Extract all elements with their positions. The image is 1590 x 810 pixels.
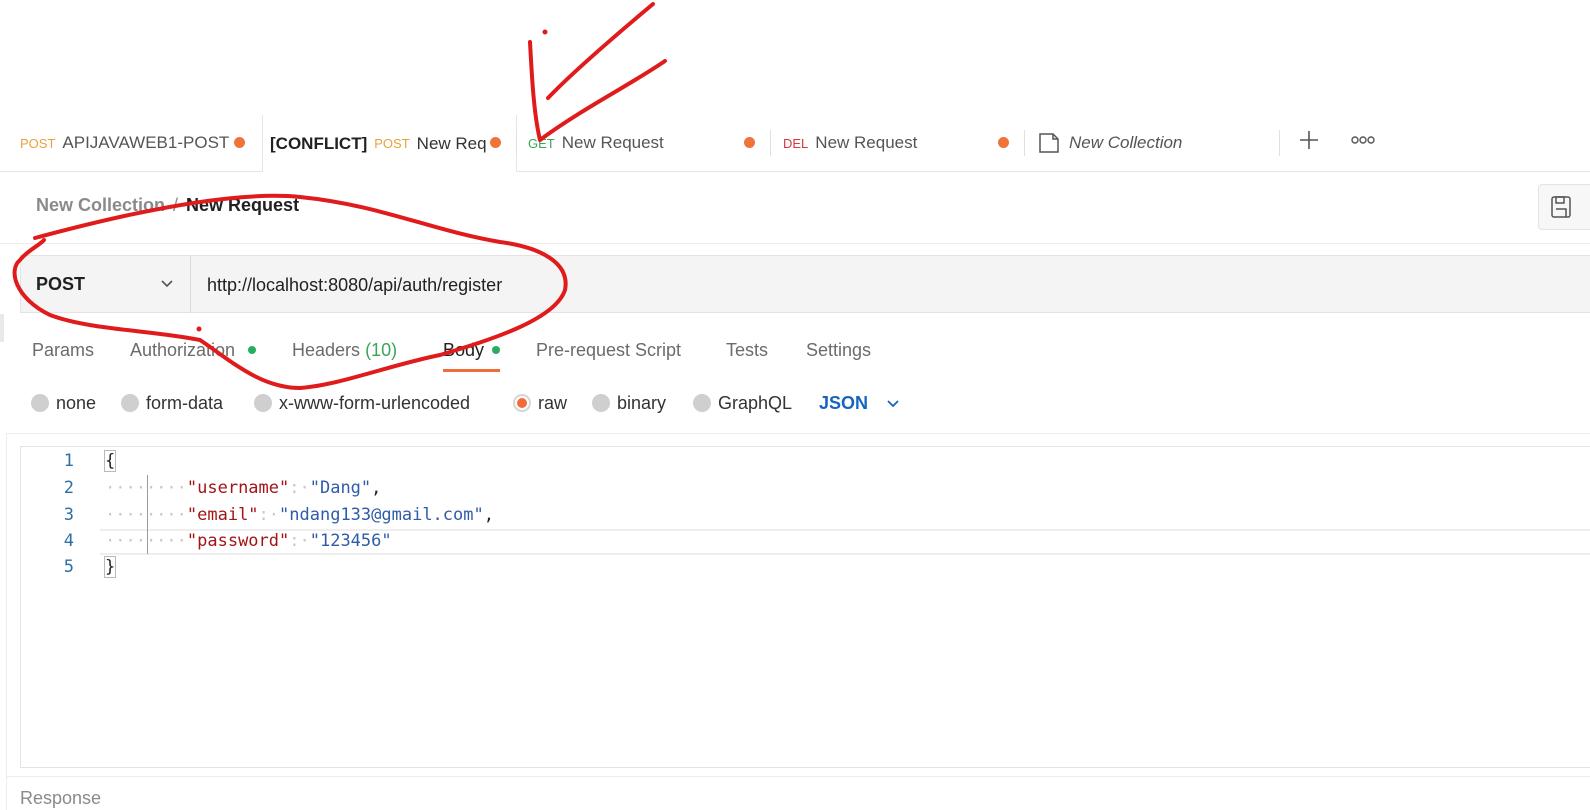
- active-tab-indicator: [443, 369, 500, 372]
- chevron-down-icon[interactable]: [160, 276, 174, 290]
- plus-icon[interactable]: [1298, 129, 1320, 151]
- breadcrumb-request[interactable]: New Request: [186, 195, 299, 215]
- annotation-arrow-stroke: [546, 2, 655, 100]
- divider: [6, 776, 1590, 777]
- json-value: "123456": [309, 531, 392, 551]
- json-key: "email": [186, 505, 259, 525]
- tab-settings[interactable]: Settings: [806, 340, 871, 361]
- method-select[interactable]: POST: [36, 274, 85, 295]
- json-value: "ndang133@gmail.com": [279, 505, 484, 525]
- tab-label: New Req: [416, 133, 487, 153]
- tab-divider: [1024, 130, 1025, 156]
- tab-label: APIJAVAWEB1-POST: [62, 133, 230, 152]
- tab-label: New Request: [815, 133, 918, 152]
- tab-method-get: GET: [528, 135, 555, 151]
- request-tab-1[interactable]: POST APIJAVAWEB1-POST: [0, 115, 262, 171]
- tab-params[interactable]: Params: [32, 340, 94, 361]
- save-icon: [1551, 196, 1571, 218]
- tab-label: New Request: [561, 133, 664, 152]
- unsaved-dot: [744, 137, 755, 148]
- unsaved-dot: [490, 137, 501, 148]
- close-brace: }: [103, 556, 117, 578]
- radio-none[interactable]: [31, 394, 49, 412]
- radio-raw-selected[interactable]: [513, 394, 531, 412]
- breadcrumb: New Collection / New Request: [36, 195, 299, 216]
- indent-whitespace: ········: [105, 478, 187, 498]
- request-tab-2-active[interactable]: [CONFLICT] POST New Req: [262, 115, 517, 172]
- radio-urlencoded[interactable]: [254, 394, 272, 412]
- tab-method-post: POST: [20, 135, 56, 151]
- radio-form-data-label[interactable]: form-data: [146, 393, 223, 414]
- tab-headers[interactable]: Headers (10): [292, 340, 397, 361]
- tab-divider: [770, 130, 771, 156]
- indent-whitespace: ········: [105, 531, 187, 551]
- radio-graphql-label[interactable]: GraphQL: [718, 393, 792, 414]
- body-status-dot: [492, 346, 500, 354]
- tab-body[interactable]: Body: [443, 340, 484, 361]
- tab-method-post: POST: [374, 136, 410, 151]
- tab-method-del: DEL: [783, 135, 809, 151]
- request-tab-4[interactable]: DEL New Request: [771, 115, 1025, 171]
- radio-binary-label[interactable]: binary: [617, 393, 666, 414]
- sidebar-edge: [0, 314, 4, 342]
- collection-icon: [1039, 133, 1059, 153]
- tab-tests[interactable]: Tests: [726, 340, 768, 361]
- indent-whitespace: ········: [105, 505, 187, 525]
- radio-urlencoded-label[interactable]: x-www-form-urlencoded: [279, 393, 470, 414]
- code-line: ········"username":·"Dang",: [105, 478, 381, 498]
- divider: [6, 433, 1590, 434]
- code-line: ········"email":·"ndang133@gmail.com",: [105, 505, 494, 525]
- radio-raw-label[interactable]: raw: [538, 393, 567, 414]
- comma: ,: [483, 505, 494, 525]
- radio-form-data[interactable]: [121, 394, 139, 412]
- save-button[interactable]: [1538, 184, 1590, 230]
- line-number: 5: [63, 557, 74, 577]
- radio-graphql[interactable]: [693, 394, 711, 412]
- unsaved-dot: [998, 137, 1009, 148]
- unsaved-dot: [234, 137, 245, 148]
- code-line: ········"password":·"123456": [105, 531, 392, 551]
- divider: [0, 243, 1590, 244]
- annotation-dot: [542, 29, 548, 35]
- tab-authorization[interactable]: Authorization: [130, 340, 235, 361]
- json-key: "username": [186, 478, 290, 498]
- annotation-dot: [196, 326, 202, 332]
- colon: :·: [289, 531, 310, 551]
- method-divider: [190, 256, 191, 313]
- tab-conflict-prefix: [CONFLICT]: [270, 133, 368, 153]
- panel-edge: [6, 433, 7, 810]
- colon: :·: [258, 505, 280, 525]
- headers-count: (10): [365, 340, 398, 360]
- auth-status-dot: [248, 346, 256, 354]
- breadcrumb-collection[interactable]: New Collection: [36, 195, 165, 215]
- chevron-down-icon[interactable]: [886, 396, 900, 410]
- line-number: 1: [63, 451, 74, 471]
- more-options-icon[interactable]: [1351, 134, 1375, 146]
- colon: :·: [289, 478, 310, 498]
- format-select[interactable]: JSON: [819, 393, 868, 414]
- tab-label: New Collection: [1069, 133, 1183, 152]
- tab-divider: [516, 130, 517, 156]
- tab-divider: [1279, 130, 1280, 156]
- json-value: "Dang": [309, 478, 372, 498]
- line-number: 2: [63, 478, 74, 498]
- breadcrumb-separator: /: [173, 195, 179, 215]
- code-line: {: [103, 450, 117, 472]
- open-brace: {: [103, 450, 117, 472]
- line-number: 4: [63, 531, 74, 551]
- url-input[interactable]: http://localhost:8080/api/auth/register: [207, 275, 502, 296]
- collection-tab[interactable]: New Collection: [1025, 115, 1279, 171]
- request-tab-3[interactable]: GET New Request: [517, 115, 771, 171]
- code-line: }: [103, 556, 117, 578]
- radio-none-label[interactable]: none: [56, 393, 96, 414]
- tab-prerequest-script[interactable]: Pre-request Script: [536, 340, 681, 361]
- tab-headers-label: Headers: [292, 340, 361, 360]
- comma: ,: [371, 478, 382, 498]
- response-label: Response: [20, 788, 102, 808]
- radio-binary[interactable]: [592, 394, 610, 412]
- json-key: "password": [186, 531, 290, 551]
- line-number: 3: [63, 505, 74, 525]
